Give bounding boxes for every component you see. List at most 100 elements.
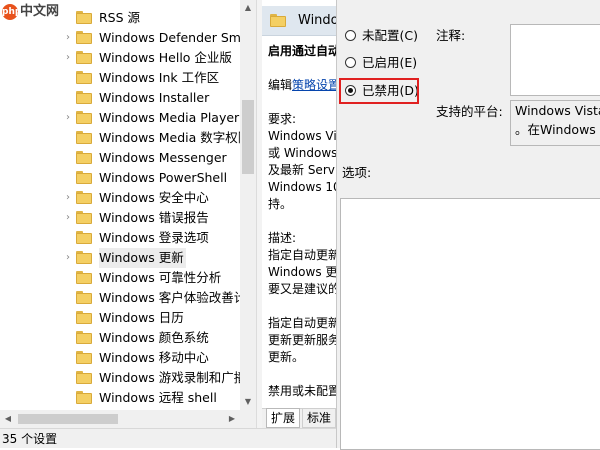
folder-icon — [76, 231, 92, 244]
folder-icon — [76, 91, 92, 104]
tree-item[interactable]: Windows 登录选项 — [0, 228, 240, 248]
options-panel — [340, 198, 600, 450]
description-line: Windows 更新 — [268, 265, 336, 279]
policy-title: 启用通过自动更新推荐的更新 — [268, 44, 336, 58]
tree-item[interactable]: Windows 可靠性分析 — [0, 268, 240, 288]
tree-item-label: Windows 更新 — [99, 248, 186, 268]
tree-item[interactable]: Windows 移动中心 — [0, 348, 240, 368]
radio-icon[interactable] — [345, 57, 356, 68]
folder-icon — [270, 14, 286, 27]
scroll-down-icon[interactable]: ▼ — [240, 394, 256, 410]
tree-item[interactable]: Windows 日历 — [0, 308, 240, 328]
tree-item-label: Windows 客户体验改善计划 — [99, 290, 256, 305]
folder-icon — [76, 171, 92, 184]
tree-item[interactable]: Windows 游戏录制和广播 — [0, 368, 246, 388]
description-line: 指定自动更新 — [268, 316, 336, 330]
chevron-right-icon[interactable]: › — [64, 108, 72, 128]
description-header: Windows 更新 — [262, 6, 336, 36]
tree-item-label: RSS 源 — [99, 10, 141, 25]
tree-item-label: Windows Messenger — [99, 150, 227, 165]
tab-standard[interactable]: 标准 — [302, 408, 336, 428]
radio-icon[interactable] — [345, 30, 356, 41]
folder-icon — [76, 11, 92, 24]
tree-item-label: Windows 颜色系统 — [99, 330, 209, 345]
description-line: 更新更新服务 — [268, 333, 336, 347]
chevron-right-icon[interactable]: › — [64, 248, 72, 268]
platform-line-2: 。在Windows 10 — [515, 122, 600, 137]
description-line: 及最新 Service Pack — [268, 163, 336, 177]
scroll-corner — [240, 410, 256, 428]
tree-item[interactable]: › Windows Hello 企业版 — [0, 48, 240, 68]
tree-item-label: Windows 移动中心 — [99, 350, 209, 365]
chevron-right-icon[interactable]: › — [64, 208, 72, 228]
policy-settings-link[interactable]: 策略设置 — [292, 78, 336, 92]
description-line: 禁用或未配置 — [268, 384, 336, 398]
policy-tree: RSS 源 › Windows Defender SmartScreen › Windo… — [0, 0, 256, 410]
tree-item-label: Windows Hello 企业版 — [99, 50, 232, 65]
scroll-up-icon[interactable]: ▲ — [240, 0, 256, 16]
scroll-left-icon[interactable]: ◀ — [0, 410, 16, 428]
comment-label: 注释: — [436, 28, 466, 43]
tree-item-label: Windows Ink 工作区 — [99, 70, 220, 85]
tree-item-label: Windows 登录选项 — [99, 230, 209, 245]
tree-item[interactable]: Windows Installer — [0, 88, 240, 108]
comment-input[interactable] — [510, 24, 600, 96]
edit-policy-line: 编辑策略设置 — [268, 77, 336, 94]
tree-item[interactable]: › Windows 错误报告 — [0, 208, 240, 228]
description-line: 或 Windows Server — [268, 146, 336, 160]
tree-item-label: Windows Defender SmartScreen — [99, 30, 256, 45]
tree-item[interactable]: › Windows Defender SmartScreen — [0, 28, 256, 48]
hscroll-thumb[interactable] — [18, 414, 118, 424]
tree-item-label: Windows 可靠性分析 — [99, 270, 222, 285]
folder-icon — [76, 111, 92, 124]
status-text: 35 个设置 — [2, 432, 58, 446]
tab-extended[interactable]: 扩展 — [266, 408, 301, 428]
highlight-annotation — [339, 78, 419, 104]
options-label: 选项: — [342, 165, 372, 180]
policy-setting-dialog: 未配置(C) 已启用(E) 已禁用(D) 注释: 支持的平台: Windows … — [336, 0, 600, 450]
tree-vertical-scrollbar[interactable]: ▲ ▼ — [240, 0, 256, 410]
tree-item-label: Windows Installer — [99, 90, 210, 105]
description-line: 要求: — [268, 112, 297, 126]
folder-icon — [76, 331, 92, 344]
tree-item[interactable]: Windows 远程 shell — [0, 388, 240, 408]
folder-icon — [76, 131, 92, 144]
folder-icon — [76, 351, 92, 364]
folder-icon — [76, 51, 92, 64]
tree-item-label: Windows 远程 shell — [99, 390, 217, 405]
description-line: 指定自动更新 — [268, 248, 336, 262]
scroll-thumb[interactable] — [242, 100, 254, 174]
chevron-right-icon[interactable]: › — [64, 48, 72, 68]
edit-prefix: 编辑 — [268, 78, 293, 92]
tree-item[interactable]: › Windows 更新 — [0, 248, 240, 268]
folder-icon — [76, 31, 92, 44]
folder-icon — [76, 371, 92, 384]
watermark-text: 中文网 — [20, 4, 60, 19]
status-bar: 35 个设置 — [0, 428, 336, 448]
scroll-right-icon[interactable]: ▶ — [224, 410, 240, 428]
tree-item[interactable]: Windows Messenger — [0, 148, 240, 168]
folder-icon — [76, 311, 92, 324]
description-line: 持。 — [268, 197, 293, 211]
tree-item[interactable]: › Windows Media Player — [0, 108, 240, 128]
watermark: php 中文网 — [2, 2, 60, 22]
chevron-right-icon[interactable]: › — [64, 188, 72, 208]
chevron-right-icon[interactable]: › — [64, 28, 72, 48]
tree-horizontal-scrollbar[interactable]: ◀ ▶ — [0, 410, 256, 428]
folder-icon — [76, 71, 92, 84]
tree-item[interactable]: Windows Ink 工作区 — [0, 68, 240, 88]
tree-item[interactable]: Windows 颜色系统 — [0, 328, 240, 348]
tree-item-label: Windows PowerShell — [99, 170, 228, 185]
tree-item[interactable]: Windows 客户体验改善计划 — [0, 288, 256, 308]
platform-line-1: Windows Vista 及以上版本 — [515, 103, 600, 118]
description-line: Windows 10 均支 — [268, 180, 336, 194]
folder-icon — [76, 251, 92, 264]
tree-item[interactable]: Windows PowerShell — [0, 168, 240, 188]
description-pane: Windows 更新 启用通过自动更新推荐的更新编辑策略设置要求: Windows… — [262, 0, 336, 428]
tree-item[interactable]: › Windows 安全中心 — [0, 188, 240, 208]
tree-item[interactable]: Windows Media 数字权限管理 — [0, 128, 256, 148]
folder-icon — [76, 291, 92, 304]
tree-item-label: Windows 错误报告 — [99, 210, 209, 225]
folder-icon — [76, 211, 92, 224]
folder-icon — [76, 151, 92, 164]
